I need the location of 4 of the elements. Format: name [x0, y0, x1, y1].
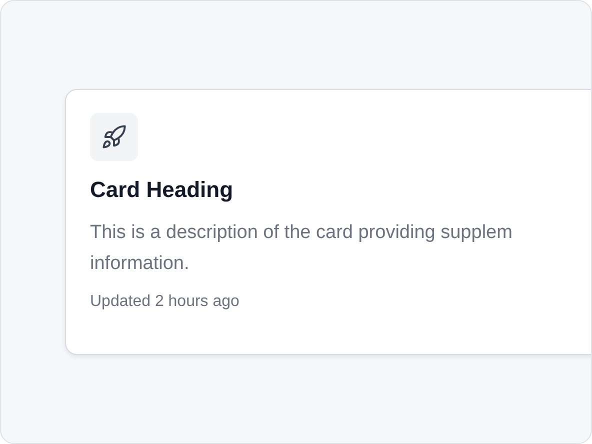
card-description: This is a description of the card providing supplem information.: [90, 221, 514, 276]
rocket-icon: [101, 124, 127, 150]
updated-time: Updated 2 hours ago: [90, 292, 240, 312]
card-heading: Card Heading: [90, 176, 234, 204]
